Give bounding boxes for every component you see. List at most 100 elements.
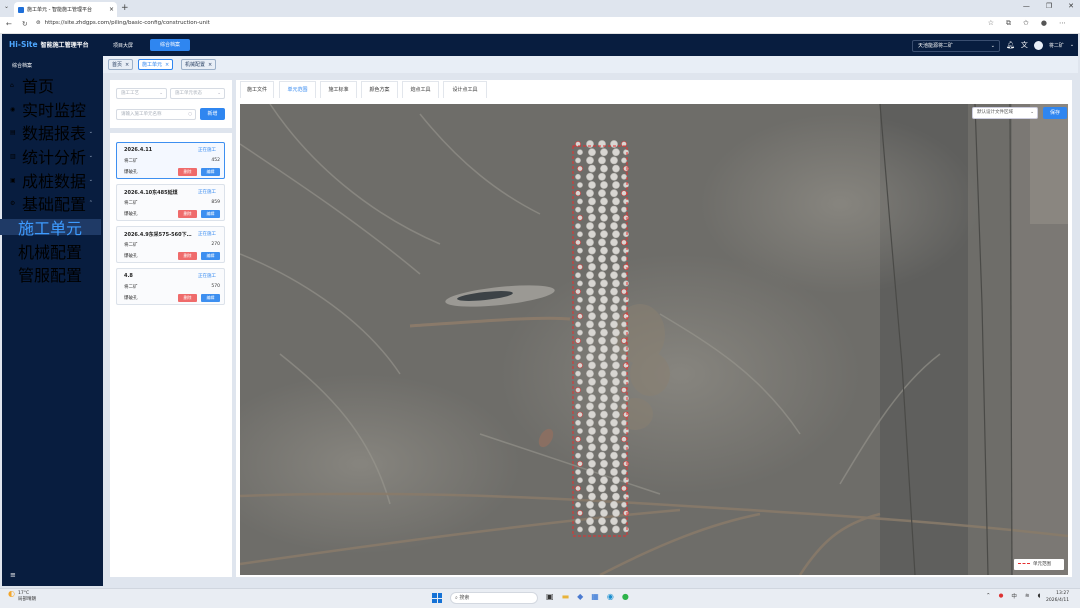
star-icon[interactable]: ☆ xyxy=(988,19,994,28)
taskbar-search[interactable]: ⌕ 搜索 xyxy=(450,592,538,604)
url-field[interactable]: ⊜ https://site.zhdgps.com/piling/basic-c… xyxy=(36,20,210,26)
mine-select[interactable]: 天池能源将二矿 ⌄ xyxy=(912,40,1000,52)
wechat-icon[interactable]: ● xyxy=(622,592,629,601)
save-button[interactable]: 保存 xyxy=(1043,107,1067,119)
tab-color-scheme[interactable]: 颜色方案 xyxy=(361,81,398,98)
nav-archive[interactable]: 综合档案 xyxy=(150,39,190,51)
app-icon[interactable]: ◆ xyxy=(577,592,583,601)
tag-home[interactable]: 首页 × xyxy=(108,59,134,70)
tray-app-icon[interactable]: ● xyxy=(999,593,1004,599)
browser-tab[interactable]: 施工单元 - 智能施工管理平台 × xyxy=(14,2,117,17)
tab-design-point-tool[interactable]: 设计点工具 xyxy=(443,81,487,98)
blast-hole-marker xyxy=(612,230,620,239)
minimize-icon[interactable]: — xyxy=(1023,2,1030,10)
tag-construction-unit[interactable]: 施工单元 × xyxy=(138,59,174,70)
translate-icon[interactable]: 文 xyxy=(1021,40,1028,50)
blast-hole-marker xyxy=(588,197,596,206)
blast-hole-marker xyxy=(577,378,583,385)
file-explorer-icon[interactable]: ▬ xyxy=(562,592,570,601)
delete-button[interactable]: 删除 xyxy=(178,168,197,176)
sidebar-item-construction-unit[interactable]: 施工单元 xyxy=(0,219,101,238)
blast-hole-marker xyxy=(610,484,618,493)
area-select[interactable]: 默认设计文件区域 ⌄ xyxy=(972,107,1038,119)
blast-hole-marker xyxy=(586,468,594,476)
window-controls: — ❐ ✕ xyxy=(1023,2,1074,10)
avatar[interactable] xyxy=(1033,40,1043,50)
blast-hole-marker xyxy=(600,377,608,386)
new-tab-icon[interactable]: + xyxy=(121,3,129,13)
extensions-icon[interactable]: ⧉ xyxy=(1006,19,1011,28)
sidebar-item-home[interactable]: ⌂ 首页 xyxy=(0,77,101,96)
sidebar-item-monitor[interactable]: ◉ 实时监控 xyxy=(0,101,101,120)
wifi-icon[interactable]: ≋ xyxy=(1025,593,1030,599)
process-select[interactable]: 施工工艺 ⌄ xyxy=(116,88,167,99)
blast-hole-marker xyxy=(612,279,620,288)
more-icon[interactable]: ⋯ xyxy=(1059,19,1066,28)
profile-icon[interactable]: ● xyxy=(1041,19,1047,28)
user-name[interactable]: 将二矿 xyxy=(1049,42,1064,49)
tag-machine-config[interactable]: 机械配置 × xyxy=(181,59,217,70)
sidebar-item-pile-data[interactable]: ▣ 成桩数据 ⌄ xyxy=(0,172,101,191)
unit-card[interactable]: 2026.4.9东采575-560下部平盘 正在施工 将二矿 270 爆破孔 删… xyxy=(116,226,225,263)
blast-hole-marker xyxy=(586,156,594,165)
tab-list-icon[interactable]: ⌄ xyxy=(4,3,9,10)
blast-hole-marker xyxy=(588,459,596,468)
tab-construction-file[interactable]: 施工文件 xyxy=(240,81,274,98)
task-view-icon[interactable]: ▣ xyxy=(546,592,554,601)
sidebar-item-stats[interactable]: ▥ 统计分析 ⌄ xyxy=(0,148,101,167)
close-tab-icon[interactable]: × xyxy=(109,6,114,13)
ime-indicator[interactable]: 中 xyxy=(1011,592,1017,600)
unit-card[interactable]: 2026.4.11 正在施工 将二矿 452 爆破孔 删除 编辑 xyxy=(116,142,225,179)
weather-widget[interactable]: ◐ 17°C 局部晴朗 xyxy=(8,590,36,603)
tab-blast-point-tool[interactable]: 炮点工具 xyxy=(402,81,439,98)
delete-button[interactable]: 删除 xyxy=(178,294,197,302)
blast-hole-marker xyxy=(600,525,608,534)
edit-button[interactable]: 编辑 xyxy=(201,252,220,260)
edit-button[interactable]: 编辑 xyxy=(201,294,220,302)
reload-icon[interactable]: ↻ xyxy=(22,20,28,28)
edge-icon[interactable]: ◉ xyxy=(607,592,614,601)
sidebar-item-config[interactable]: ⚙ 基础配置 ⌃ xyxy=(0,195,101,214)
blast-hole-marker xyxy=(623,214,629,221)
blast-hole-marker xyxy=(610,189,618,198)
unit-name-input[interactable]: 请输入施工单元名称 ○ xyxy=(116,109,196,120)
close-icon[interactable]: × xyxy=(125,62,129,68)
store-icon[interactable]: ▦ xyxy=(591,592,599,601)
collapse-menu-icon[interactable]: ≡ xyxy=(10,571,16,579)
volume-icon[interactable]: ◖ xyxy=(1038,593,1041,599)
blast-hole-marker xyxy=(600,492,608,501)
delete-button[interactable]: 删除 xyxy=(178,210,197,218)
add-button[interactable]: 新增 xyxy=(200,108,225,120)
user-chevron-icon[interactable]: ⌄ xyxy=(1070,42,1074,48)
blast-hole-marker xyxy=(598,271,606,280)
favorites-icon[interactable]: ✩ xyxy=(1023,19,1029,28)
tab-construction-standard[interactable]: 施工标准 xyxy=(320,81,357,98)
tray-chevron-icon[interactable]: ⌃ xyxy=(986,593,991,599)
monitor-icon: ◉ xyxy=(10,105,16,113)
search-icon[interactable]: ○ xyxy=(188,110,192,119)
site-info-icon[interactable]: ⊜ xyxy=(36,20,41,26)
sidebar-item-service-config[interactable]: 管服配置 xyxy=(0,266,101,285)
satellite-map[interactable] xyxy=(240,104,1068,575)
back-icon[interactable]: ← xyxy=(6,20,12,28)
tab-unit-range[interactable]: 单元范围 xyxy=(279,81,316,98)
unit-card[interactable]: 4.8 正在施工 将二矿 570 爆破孔 删除 编辑 xyxy=(116,268,225,305)
edit-button[interactable]: 编辑 xyxy=(201,210,220,218)
start-icon[interactable] xyxy=(432,593,442,603)
close-window-icon[interactable]: ✕ xyxy=(1068,2,1074,10)
delete-button[interactable]: 删除 xyxy=(178,252,197,260)
map-canvas[interactable] xyxy=(240,104,1068,575)
unit-card[interactable]: 2026.4.10东485延煤 正在施工 将二矿 859 爆破孔 删除 编辑 xyxy=(116,184,225,221)
blast-hole-marker xyxy=(575,436,581,443)
bell-icon[interactable]: 🔔︎ xyxy=(1006,41,1015,49)
nav-project-screen[interactable]: 项目大屏 xyxy=(113,42,133,49)
blast-hole-marker xyxy=(588,328,596,337)
status-select[interactable]: 施工单元状态 ⌄ xyxy=(170,88,225,99)
edit-button[interactable]: 编辑 xyxy=(201,168,220,176)
restore-icon[interactable]: ❐ xyxy=(1046,2,1052,10)
clock[interactable]: 13:27 2026/4/11 xyxy=(1046,590,1069,604)
sidebar-item-report[interactable]: ▤ 数据报表 ⌄ xyxy=(0,124,101,143)
close-icon[interactable]: × xyxy=(165,62,169,68)
close-icon[interactable]: × xyxy=(208,62,212,68)
sidebar-item-machine-config[interactable]: 机械配置 xyxy=(0,243,101,262)
